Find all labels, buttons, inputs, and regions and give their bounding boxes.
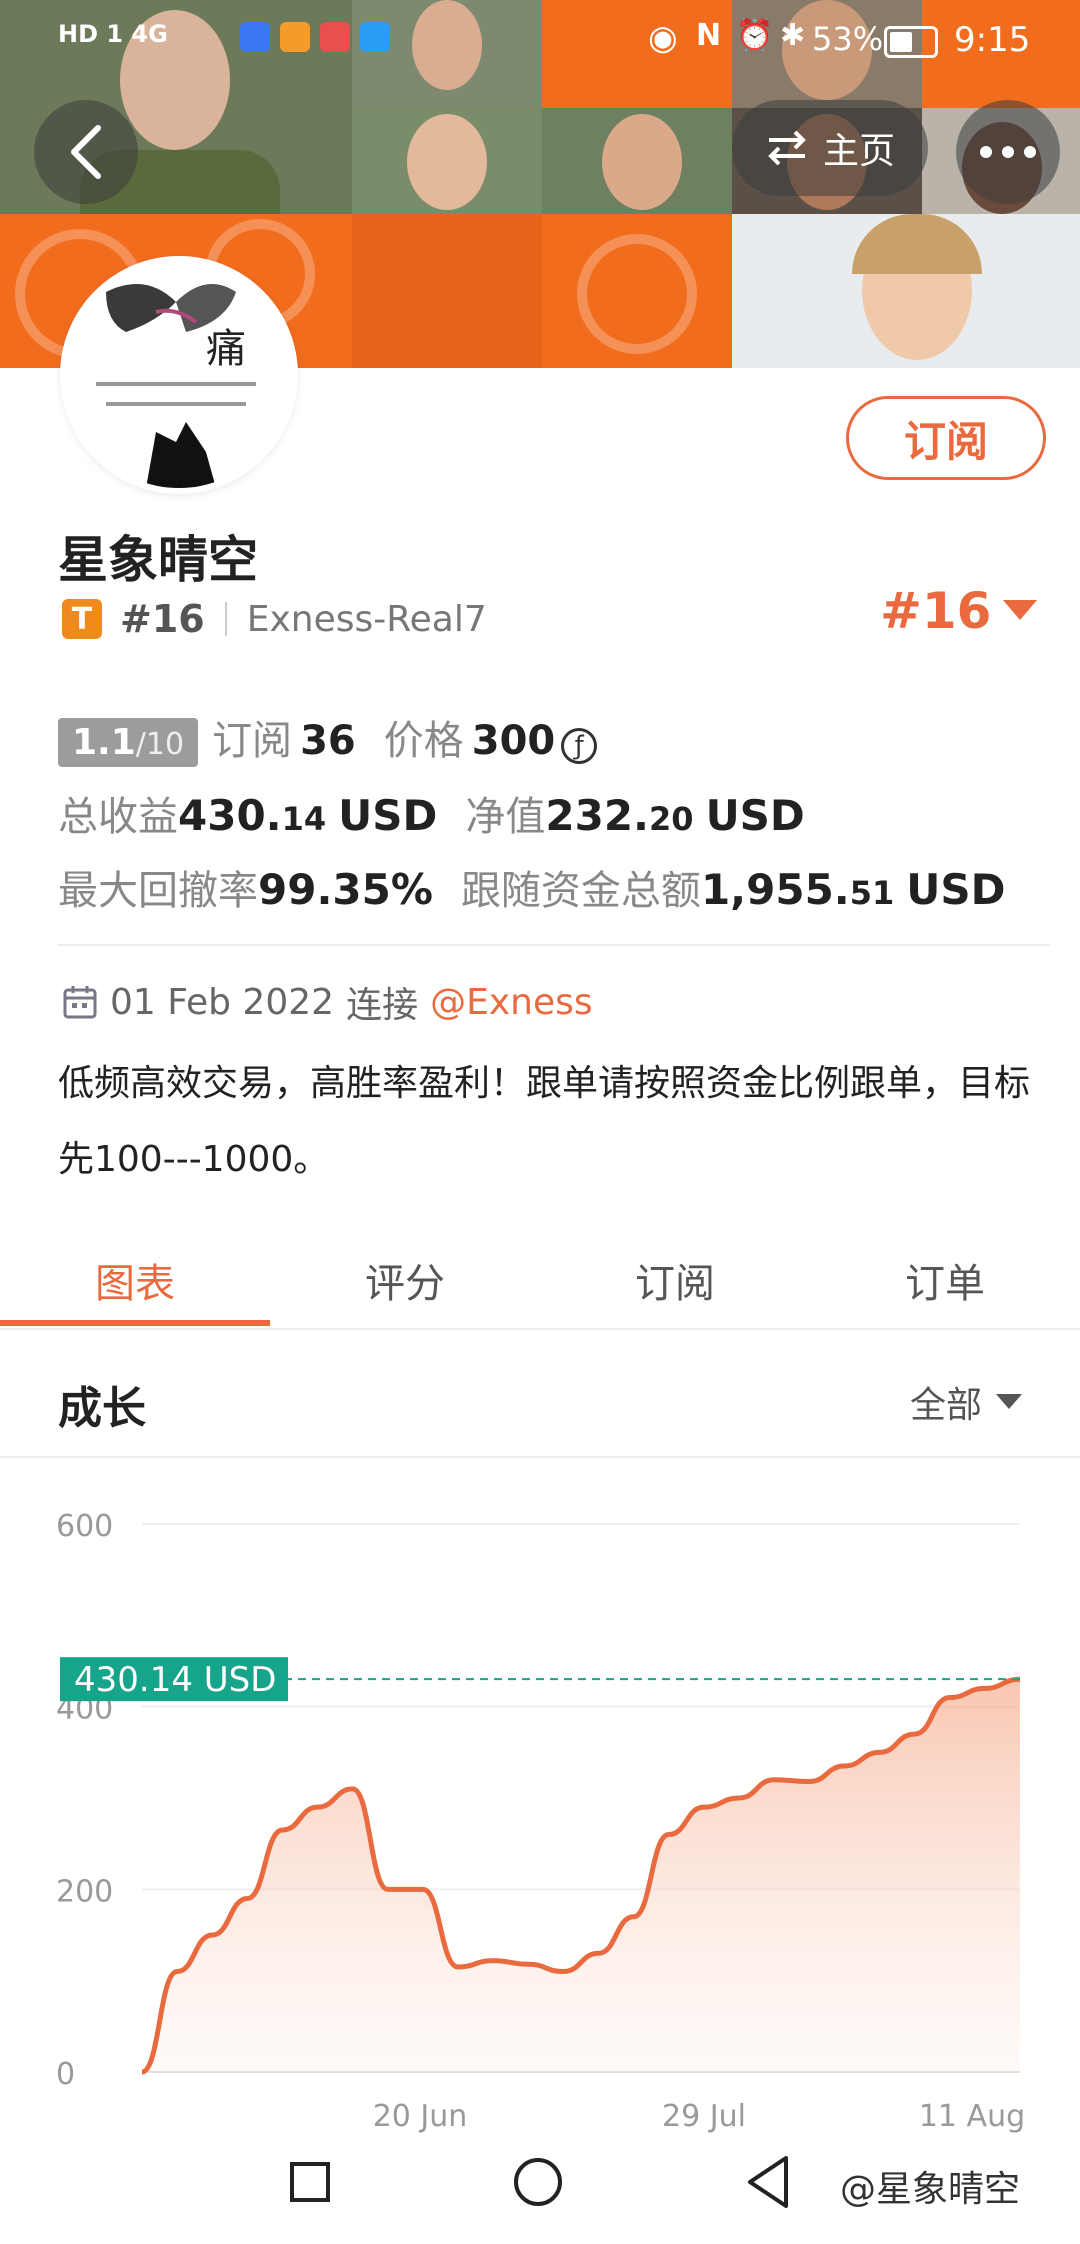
- banner-photo: [542, 108, 732, 214]
- app-notification-icon: [360, 22, 390, 52]
- banner-tile: [352, 214, 542, 368]
- range-filter-label: 全部: [910, 1385, 983, 1426]
- net-value-dec: 20: [649, 800, 694, 838]
- svg-text:痛: 痛: [206, 326, 246, 372]
- subscribe-button[interactable]: 订阅: [846, 396, 1046, 480]
- growth-area: [142, 1679, 1020, 2072]
- back-button[interactable]: [34, 100, 138, 204]
- back-nav-button[interactable]: [744, 2154, 792, 2210]
- rank-number: #16: [120, 597, 205, 641]
- rank-right-label: #16: [880, 582, 992, 640]
- nfc-icon: N: [696, 18, 722, 53]
- triangle-down-icon: [1003, 600, 1038, 620]
- divider: [0, 1456, 1080, 1458]
- home-nav-button[interactable]: [514, 2158, 562, 2206]
- recent-apps-button[interactable]: [290, 2162, 330, 2202]
- app-notification-icon: [240, 22, 270, 52]
- subscribe-count: 36: [300, 718, 356, 764]
- net-value-unit: USD: [705, 791, 805, 840]
- watermark: @星象晴空: [840, 2169, 1021, 2210]
- avatar: 痛: [60, 256, 298, 494]
- triangle-down-icon: [996, 1394, 1023, 1409]
- network-indicator: HD 1 4G: [58, 20, 168, 48]
- alarm-icon: ⏰: [736, 18, 774, 53]
- drawdown-label: 最大回撤率: [58, 868, 258, 914]
- tab-rating[interactable]: 评分: [270, 1230, 540, 1330]
- calendar-icon: [63, 986, 97, 1019]
- app-notification-icon: [320, 22, 350, 52]
- follow-funds-dec: 51: [849, 874, 895, 912]
- x-tick-label: 11 Aug: [919, 2099, 1025, 2134]
- score-badge: 1.1 /10: [58, 718, 199, 767]
- account-name: Exness-Real7: [246, 598, 487, 640]
- tab-orders[interactable]: 订单: [810, 1230, 1080, 1330]
- follow-funds-int: 1,955.: [700, 865, 850, 914]
- chevron-left-icon: [71, 125, 101, 179]
- rank-dropdown[interactable]: #16: [880, 582, 1038, 640]
- y-tick-label: 600: [56, 1509, 113, 1544]
- strategy-description: 低频高效交易，高胜率盈利！跟单请按照资金比例跟单，目标先100---1000。: [58, 1063, 1031, 1180]
- broker-link[interactable]: @Exness: [430, 982, 593, 1023]
- net-value-label: 净值: [465, 794, 546, 840]
- separator: [224, 602, 227, 636]
- y-tick-label: 200: [56, 1874, 113, 1909]
- profit-row: 总收益 430. 14 USD 净值 232. 20 USD: [58, 784, 805, 842]
- tab-bar: 图表 评分 订阅 订单: [0, 1230, 1080, 1330]
- rank-row: T #16 Exness-Real7: [62, 594, 487, 644]
- swap-icon: [768, 130, 806, 166]
- battery-icon: [884, 26, 938, 58]
- growth-chart: 6004002000 430.14 USD 20 Jun 29 Jul 11 Aug: [56, 1509, 1025, 2134]
- home-label: 主页: [822, 131, 895, 172]
- score-row: 1.1 /10 订阅 36 价格 300 ƒ: [58, 708, 598, 767]
- join-info: 01 Feb 2022 连接 @Exness: [62, 976, 593, 1028]
- score-max: /10: [135, 727, 185, 762]
- score-value: 1.1: [72, 722, 136, 763]
- total-profit-int: 430.: [178, 791, 282, 840]
- section-title: 成长: [58, 1383, 146, 1434]
- banner-photo: [732, 214, 1080, 368]
- coin-icon: ƒ: [561, 728, 598, 764]
- active-tab-indicator: [0, 1320, 270, 1326]
- banner-photo: [352, 108, 542, 214]
- range-filter-dropdown[interactable]: 全部: [910, 1376, 1023, 1428]
- eye-icon: ◉: [648, 18, 678, 58]
- home-button[interactable]: 主页: [732, 100, 928, 196]
- current-value-label: 430.14 USD: [74, 1660, 276, 1700]
- net-value-int: 232.: [545, 791, 650, 840]
- more-dots-icon: [980, 146, 1036, 158]
- status-bar: HD 1 4G ◉ N ⏰ ✱ 53% 9:15: [0, 0, 1080, 80]
- tab-subscribe[interactable]: 订阅: [540, 1230, 810, 1330]
- profile-name: 星象晴空: [58, 531, 258, 589]
- drawdown-row: 最大回撤率 99.35% 跟随资金总额 1,955. 51 USD: [58, 858, 1006, 916]
- total-profit-unit: USD: [338, 791, 438, 840]
- total-profit-label: 总收益: [58, 794, 178, 840]
- divider: [58, 944, 1050, 946]
- follow-funds-label: 跟随资金总额: [460, 868, 701, 914]
- banner-tile: [542, 214, 732, 368]
- divider: [0, 1328, 1080, 1330]
- subscribe-count-label: 订阅: [212, 718, 293, 764]
- y-tick-label: 0: [56, 2057, 75, 2092]
- total-profit-dec: 14: [281, 800, 327, 838]
- join-date: 01 Feb 2022: [110, 981, 335, 1023]
- bluetooth-icon: ✱: [780, 18, 806, 53]
- x-tick-label: 20 Jun: [373, 2099, 468, 2134]
- price-label: 价格: [383, 718, 464, 764]
- more-button[interactable]: [956, 100, 1060, 204]
- clock: 9:15: [954, 20, 1031, 60]
- price-value: 300: [471, 718, 556, 764]
- trader-badge-icon: T: [62, 599, 102, 639]
- tab-chart[interactable]: 图表: [0, 1230, 270, 1330]
- app-notification-icon: [280, 22, 310, 52]
- follow-funds-unit: USD: [906, 865, 1006, 914]
- battery-percent: 53%: [812, 20, 884, 58]
- x-tick-label: 29 Jul: [662, 2099, 746, 2134]
- connect-label: 连接: [346, 985, 419, 1026]
- drawdown-value: 99.35%: [258, 865, 433, 914]
